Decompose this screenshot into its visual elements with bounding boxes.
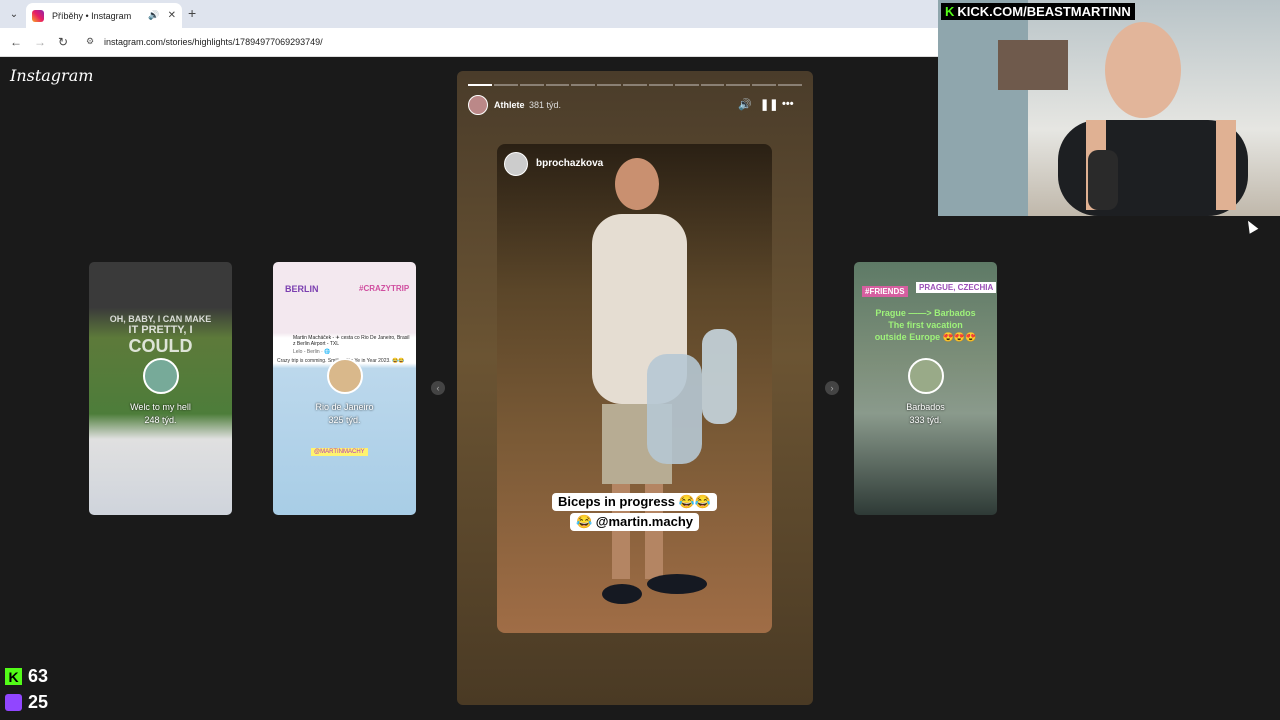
caption-line1: Biceps in progress 😂😂	[497, 493, 772, 511]
story-avatar	[907, 358, 944, 394]
friends-tag: #FRIENDS	[862, 286, 908, 297]
progress-segment	[778, 84, 802, 86]
story-age: 333 týd.	[909, 415, 942, 425]
story-time: 381 týd.	[529, 100, 562, 110]
story-text: outside Europe 😍😍😍	[874, 332, 977, 342]
story-user-avatar[interactable]	[468, 95, 488, 115]
active-tab[interactable]: Příběhy • Instagram 🔊 ✕	[26, 3, 182, 28]
location-tag: PRAGUE, CZECHIA	[916, 282, 997, 293]
berlin-tag: BERLIN	[285, 284, 319, 294]
progress-segment	[726, 84, 751, 86]
story-username[interactable]: Athlete	[494, 100, 525, 110]
progress-segment	[752, 84, 777, 86]
progress-segment	[623, 84, 647, 86]
kick-icon: K	[5, 668, 22, 685]
person-illustration	[592, 158, 737, 604]
side-story-barbados[interactable]: #FRIENDS PRAGUE, CZECHIA Prague ——> Barb…	[854, 262, 997, 515]
reload-icon[interactable]: ↻	[58, 35, 68, 49]
story-avatar	[326, 358, 363, 394]
instagram-logo[interactable]: Instagram	[10, 66, 93, 85]
story-overlay-text: OH, BABY, I CAN MAKE	[109, 314, 212, 324]
prev-story-arrow-icon[interactable]: ‹	[431, 381, 445, 395]
progress-segment	[493, 84, 518, 86]
story-overlay-text: IT PRETTY, I	[128, 324, 193, 336]
story-progress-bar	[468, 84, 802, 86]
post-author: Martin Macháček - ✈ cesta co Rio De Jane…	[293, 335, 410, 347]
story-age: 248 týd.	[144, 415, 177, 425]
progress-segment	[648, 84, 673, 86]
side-story-welc[interactable]: OH, BABY, I CAN MAKE IT PRETTY, I COULD …	[89, 262, 232, 515]
pause-icon[interactable]: ❚❚	[760, 98, 778, 111]
progress-segment	[545, 84, 570, 86]
story-overlay-text: COULD	[128, 336, 193, 356]
story-text: Prague ——> Barbados	[875, 308, 976, 318]
kick-url-banner: K KICK.COM/BEASTMARTINN	[941, 3, 1135, 20]
more-options-icon[interactable]: •••	[782, 98, 794, 110]
handle-sticker: @MARTINMACHY	[311, 448, 368, 456]
caption-line2: 😂 @martin.machy	[497, 513, 772, 531]
kick-viewer-counter: K 63	[5, 666, 48, 687]
kick-logo-icon: K	[945, 4, 955, 19]
progress-segment	[571, 84, 596, 86]
twitch-viewer-counter: 25	[5, 692, 48, 713]
speaker-icon[interactable]: 🔊	[148, 10, 159, 21]
kick-url-text: KICK.COM/BEASTMARTINN	[957, 4, 1131, 19]
crazytrip-tag: #CRAZYTRIP	[359, 284, 410, 293]
story-media: bprochazkova Biceps in progress 😂😂 😂 @ma…	[497, 144, 772, 633]
progress-segment	[700, 84, 725, 86]
story-age: 325 týd.	[328, 415, 361, 425]
url-field[interactable]: instagram.com/stories/highlights/1789497…	[104, 37, 323, 47]
webcam-overlay: K KICK.COM/BEASTMARTINN	[938, 0, 1280, 216]
back-arrow-icon[interactable]: ←	[10, 35, 22, 49]
new-tab-plus-icon[interactable]: +	[188, 5, 196, 21]
progress-segment	[597, 84, 622, 86]
progress-segment	[519, 84, 544, 86]
kick-viewers: 63	[28, 666, 49, 686]
progress-segment	[674, 84, 699, 86]
instagram-favicon-icon	[32, 9, 44, 22]
post-sub: Lelo - Berlin · 🌐	[293, 349, 331, 355]
story-name: Welc to my hell	[130, 402, 191, 412]
main-story[interactable]: Athlete 381 týd. 🔊 ❚❚ ••• bprochazkova B…	[457, 71, 813, 705]
tab-search-chevron-icon[interactable]: ⌄	[4, 5, 24, 23]
story-name: Barbados	[906, 402, 945, 412]
tab-title: Příběhy • Instagram	[52, 10, 132, 21]
next-story-arrow-icon[interactable]: ›	[825, 381, 839, 395]
site-settings-icon[interactable]: ⚙	[86, 36, 98, 48]
twitch-viewers: 25	[28, 692, 49, 712]
mouse-cursor-icon	[1243, 218, 1259, 234]
progress-segment	[468, 84, 492, 86]
twitch-icon	[5, 694, 22, 711]
volume-icon[interactable]: 🔊	[738, 98, 752, 111]
side-story-rio[interactable]: BERLIN #CRAZYTRIP Martin Macháček - ✈ ce…	[273, 262, 416, 515]
close-tab-icon[interactable]: ✕	[168, 10, 176, 21]
forward-arrow-icon[interactable]: →	[34, 35, 46, 49]
webcam-illustration	[938, 0, 1248, 216]
story-avatar	[142, 358, 179, 394]
story-text: The first vacation	[888, 320, 963, 330]
story-name: Rio de Janeiro	[315, 402, 374, 412]
